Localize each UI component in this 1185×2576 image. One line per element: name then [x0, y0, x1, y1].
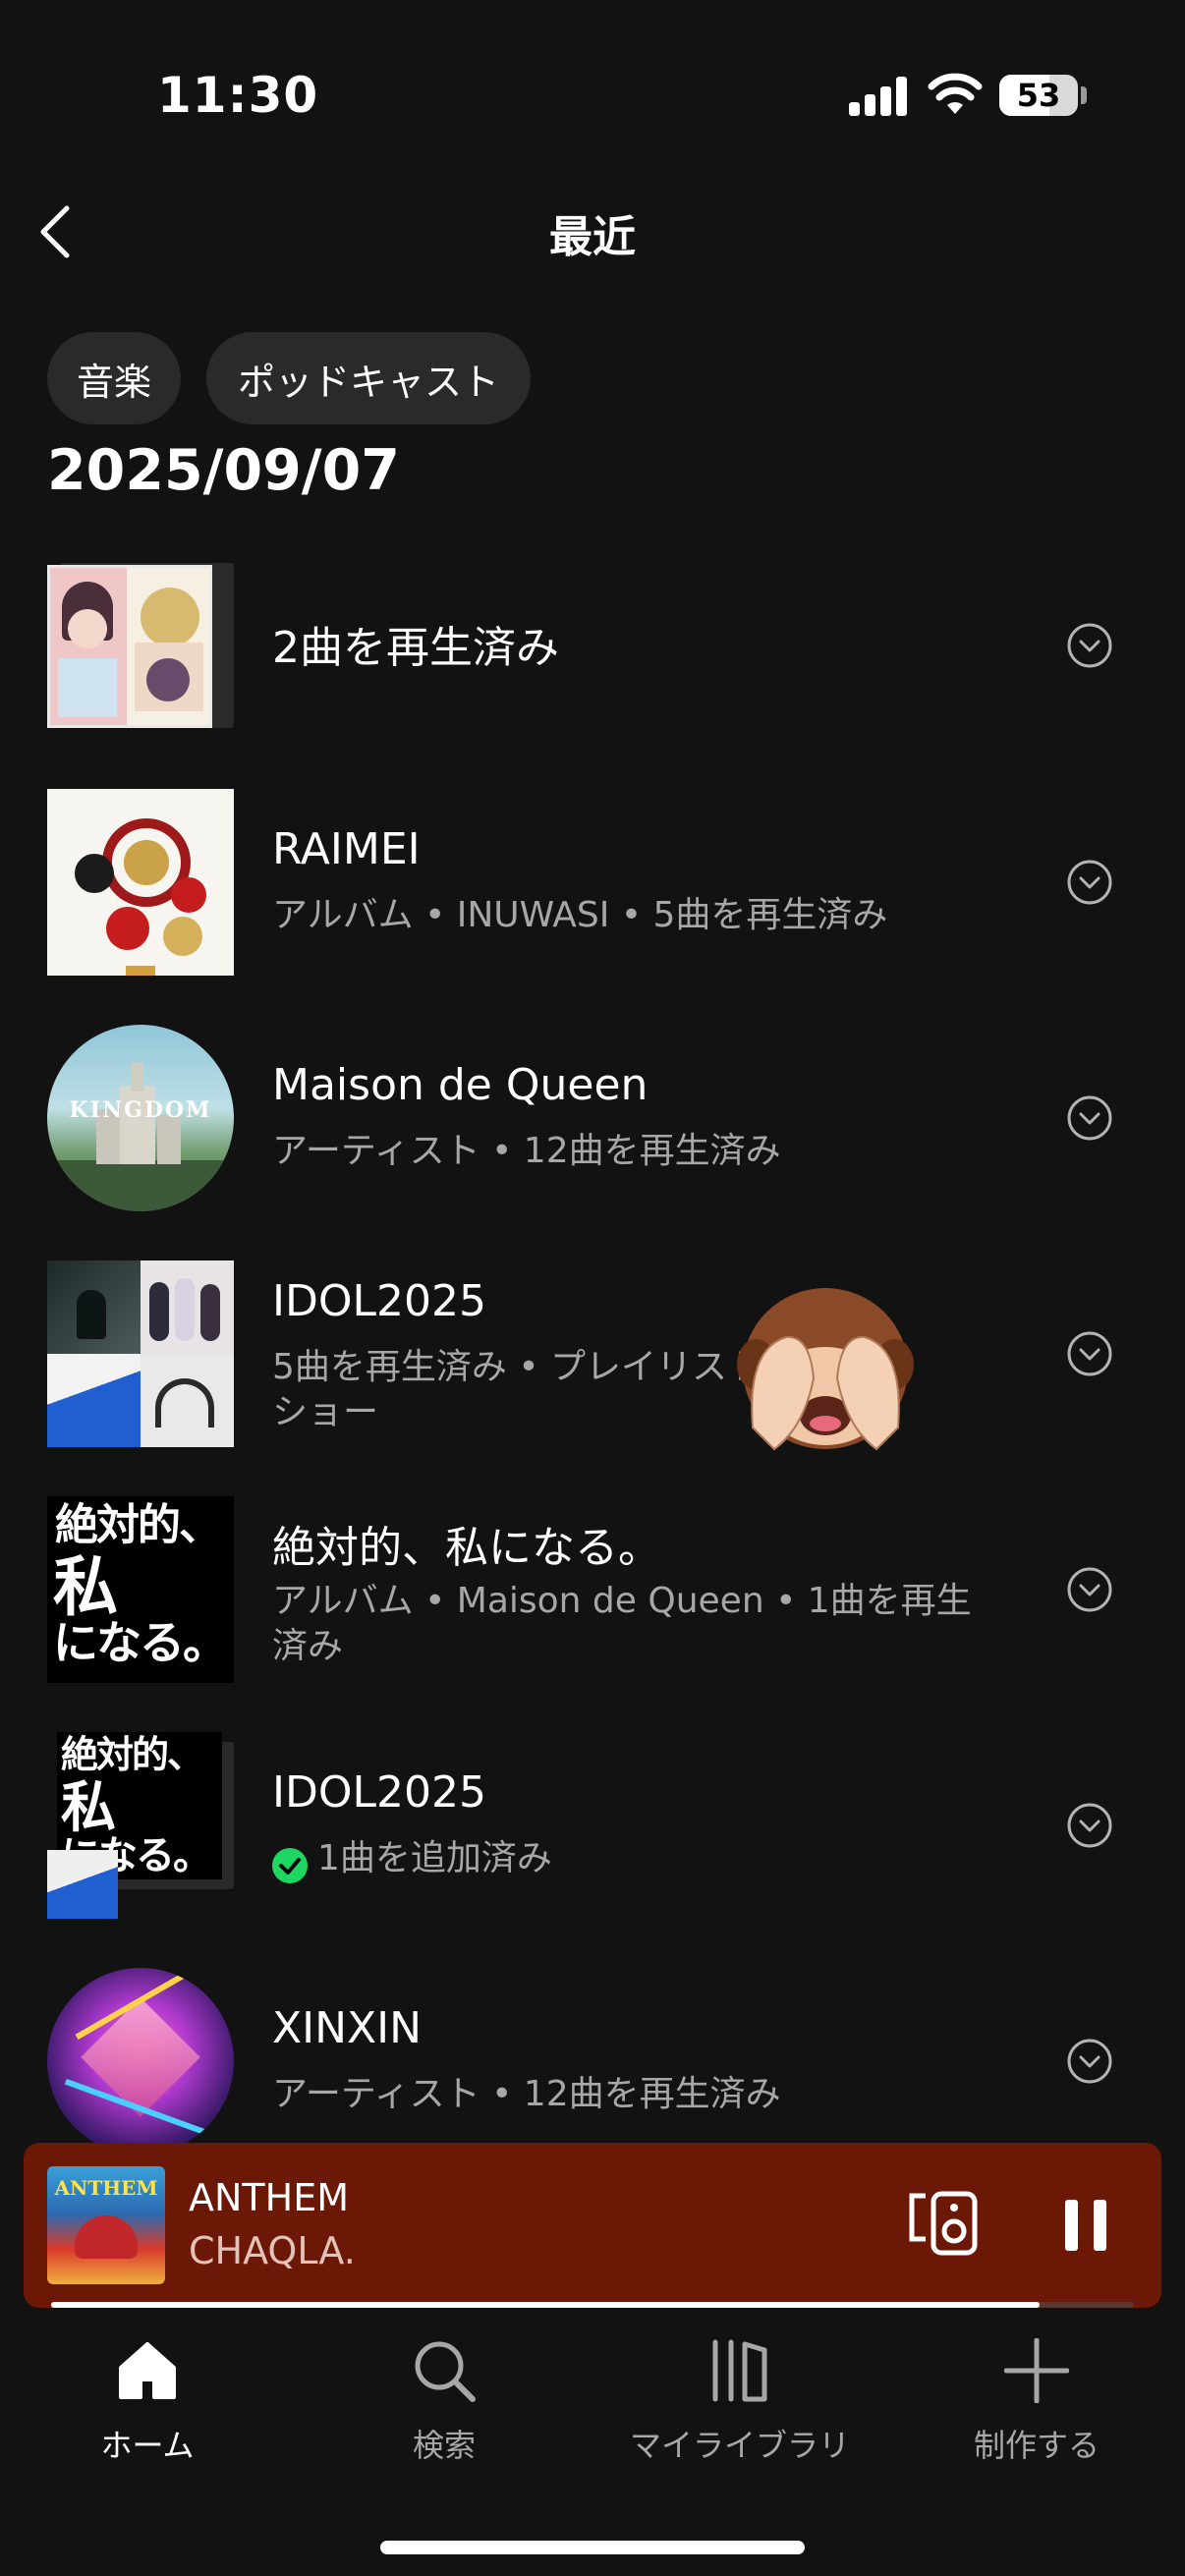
art-text: になる。 — [53, 1616, 228, 1669]
item-subtitle: アーティスト • 12曲を再生済み — [272, 1131, 781, 1171]
connect-device-icon[interactable] — [906, 2190, 979, 2257]
item-subtitle: 1曲を追加済み — [317, 1838, 552, 1878]
stacked-album-art — [47, 555, 234, 742]
stacked-album-art: 絶対的、 私 になる。 — [47, 1732, 234, 1919]
status-time: 11:30 — [157, 67, 319, 124]
chevron-down-icon[interactable] — [1066, 622, 1113, 669]
battery-cap — [1081, 86, 1087, 104]
artist-avatar — [47, 1968, 234, 2143]
art-text-kingdom: KINGDOM — [69, 1097, 212, 1123]
list-item[interactable]: XINXIN アーティスト • 12曲を再生済み — [0, 1968, 1185, 2143]
page-title: 最近 — [549, 212, 636, 262]
item-title: IDOL2025 — [272, 1276, 486, 1326]
list-item[interactable]: 絶対的、 私 になる。 絶対的、私になる。 アルバム • Maison de Q… — [0, 1496, 1185, 1683]
cellular-signal-icon — [849, 77, 908, 116]
item-title: 絶対的、私になる。 — [272, 1523, 661, 1573]
chevron-down-icon[interactable] — [1066, 1094, 1113, 1142]
now-playing-bar[interactable]: ANTHEM ANTHEM CHAQLA. — [24, 2143, 1161, 2308]
list-item[interactable]: KINGDOM Maison de Queen アーティスト • 12曲を再生済… — [0, 1025, 1185, 1211]
nav-home[interactable]: ホーム — [0, 2338, 295, 2466]
playlist-art — [47, 1260, 234, 1447]
list-item[interactable]: 2曲を再生済み — [0, 555, 1185, 742]
search-icon — [415, 2341, 476, 2402]
artist-avatar: KINGDOM — [47, 1025, 234, 1211]
check-circle-icon — [272, 1848, 308, 1883]
pause-icon[interactable] — [1061, 2198, 1110, 2253]
nav-search[interactable]: 検索 — [297, 2338, 592, 2466]
chevron-down-icon[interactable] — [1066, 1330, 1113, 1377]
album-art: 絶対的、 私 になる。 — [47, 1496, 234, 1683]
art-text: 私 — [61, 1776, 116, 1840]
library-icon — [712, 2339, 767, 2402]
art-text: 絶対的、 — [61, 1733, 204, 1776]
list-item[interactable]: IDOL2025 5曲を再生済み • プレイリスト ショー — [0, 1260, 1185, 1447]
battery-level: 53 — [1016, 77, 1061, 114]
filter-chip-music[interactable]: 音楽 — [47, 332, 181, 424]
art-text: 私 — [53, 1549, 118, 1625]
battery-icon: 53 — [999, 75, 1078, 116]
item-subtitle: アルバム • INUWASI • 5曲を再生済み — [272, 895, 888, 935]
item-title: Maison de Queen — [272, 1060, 649, 1110]
item-title: IDOL2025 — [272, 1767, 486, 1818]
now-playing-art: ANTHEM — [47, 2166, 165, 2284]
nav-label-create: 制作する — [973, 2427, 1100, 2464]
item-title: RAIMEI — [272, 824, 421, 874]
filter-chip-podcast[interactable]: ポッドキャスト — [206, 332, 531, 424]
nav-label-search: 検索 — [412, 2427, 476, 2464]
art-text: ANTHEM — [54, 2176, 158, 2200]
date-heading: 2025/09/07 — [47, 438, 400, 503]
nav-label-home: ホーム — [100, 2427, 195, 2464]
nav-library[interactable]: マイライブラリ — [592, 2338, 887, 2466]
item-subtitle: アーティスト • 12曲を再生済み — [272, 2074, 781, 2114]
home-icon — [119, 2342, 176, 2399]
item-subtitle: アルバム • Maison de Queen • 1曲を再生 済み — [272, 1581, 972, 1666]
chevron-down-icon[interactable] — [1066, 2038, 1113, 2085]
nav-label-library: マイライブラリ — [629, 2427, 850, 2464]
nav-create[interactable]: 制作する — [889, 2338, 1184, 2466]
home-indicator — [380, 2541, 805, 2554]
album-art — [47, 789, 234, 976]
list-item[interactable]: 絶対的、 私 になる。 IDOL2025 1曲を追加済み — [0, 1732, 1185, 1919]
item-title: XINXIN — [272, 2003, 423, 2053]
now-playing-artist: CHAQLA. — [189, 2229, 356, 2272]
chevron-down-icon[interactable] — [1066, 1566, 1113, 1613]
chevron-down-icon[interactable] — [1066, 1802, 1113, 1849]
list-item[interactable]: RAIMEI アルバム • INUWASI • 5曲を再生済み — [0, 789, 1185, 976]
wifi-icon — [928, 73, 983, 114]
now-playing-title: ANTHEM — [189, 2176, 350, 2219]
plus-icon — [1004, 2338, 1069, 2403]
chevron-down-icon[interactable] — [1066, 859, 1113, 906]
see-no-evil-monkey-icon — [737, 1288, 914, 1451]
art-text: 絶対的、 — [55, 1500, 222, 1550]
playback-progress-fill — [51, 2302, 1040, 2308]
item-title: 2曲を再生済み — [272, 623, 559, 673]
